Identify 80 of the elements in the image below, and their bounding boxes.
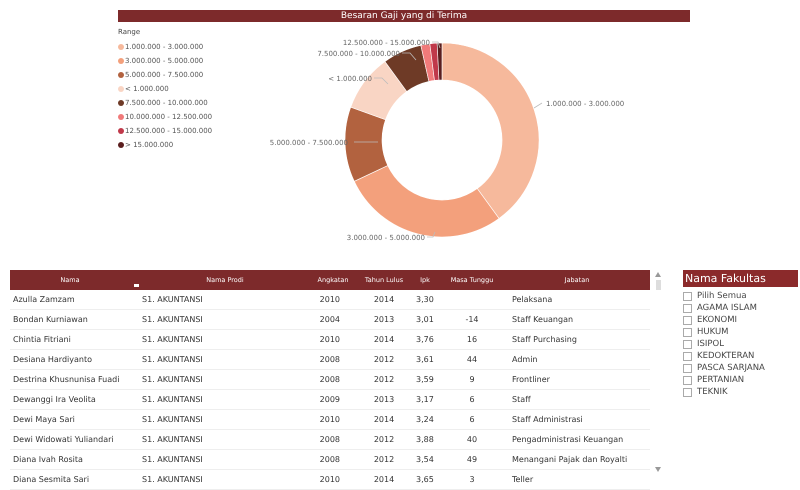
table-cell: 2013 bbox=[374, 395, 394, 404]
table-cell: 3,88 bbox=[416, 435, 434, 444]
table-cell: Frontliner bbox=[512, 375, 550, 384]
table-cell: Pelaksana bbox=[512, 295, 552, 304]
slicer-item[interactable]: KEDOKTERAN bbox=[697, 351, 754, 361]
table-cell: 16 bbox=[466, 335, 478, 344]
slicer-item[interactable]: TEKNIK bbox=[697, 387, 728, 397]
table-cell: Chintia Fitriani bbox=[13, 335, 71, 344]
table-cell: S1. AKUNTANSI bbox=[142, 395, 203, 404]
table-cell: Diana Sesmita Sari bbox=[13, 475, 90, 484]
table-cell: Dewi Maya Sari bbox=[13, 415, 75, 424]
table-cell: Staff Administrasi bbox=[512, 415, 583, 424]
slicer-item[interactable]: AGAMA ISLAM bbox=[697, 303, 757, 313]
table-cell: S1. AKUNTANSI bbox=[142, 455, 203, 464]
table-cell: S1. AKUNTANSI bbox=[142, 415, 203, 424]
table-cell: 2012 bbox=[374, 455, 394, 464]
table-cell: Azulla Zamzam bbox=[13, 295, 75, 304]
table-cell: 2014 bbox=[374, 475, 394, 484]
table-cell: 3,24 bbox=[416, 415, 434, 424]
chart-title: Besaran Gaji yang di Terima bbox=[118, 10, 690, 22]
table-cell: 2008 bbox=[320, 375, 340, 384]
table-cell: 2014 bbox=[374, 295, 394, 304]
table-cell: Admin bbox=[512, 355, 538, 364]
table-cell: 2010 bbox=[320, 335, 340, 344]
table-cell: Destrina Khusnunisa Fuadi bbox=[13, 375, 120, 384]
table-cell: 49 bbox=[466, 455, 478, 464]
slicer-title: Nama Fakultas bbox=[683, 270, 798, 287]
table-cell: 2008 bbox=[320, 455, 340, 464]
slicer-item[interactable]: Pilih Semua bbox=[697, 291, 747, 301]
table-cell: 3,54 bbox=[416, 455, 434, 464]
table-cell: 2014 bbox=[374, 335, 394, 344]
table-cell: Staff bbox=[512, 395, 531, 404]
table-cell: 2008 bbox=[320, 355, 340, 364]
table-cell: 2010 bbox=[320, 415, 340, 424]
table-cell: 2014 bbox=[374, 415, 394, 424]
table-cell: 3,59 bbox=[416, 375, 434, 384]
table-cell: 2010 bbox=[320, 295, 340, 304]
slicer-item[interactable]: EKONOMI bbox=[697, 315, 738, 325]
table-cell: Menangani Pajak dan Royalti bbox=[512, 455, 628, 464]
slicer-item[interactable]: HUKUM bbox=[697, 327, 729, 337]
slicer-item[interactable]: ISIPOL bbox=[697, 339, 724, 349]
table-cell: 3,01 bbox=[416, 315, 434, 324]
table-cell: S1. AKUNTANSI bbox=[142, 435, 203, 444]
table-cell: Bondan Kurniawan bbox=[13, 315, 88, 324]
table-cell: 6 bbox=[469, 395, 475, 404]
table-cell: 2004 bbox=[320, 315, 340, 324]
table-cell: S1. AKUNTANSI bbox=[142, 315, 203, 324]
table-cell: 2013 bbox=[374, 315, 394, 324]
table-cell: 3,30 bbox=[416, 295, 434, 304]
table-cell: 2010 bbox=[320, 475, 340, 484]
table-cell: 3,61 bbox=[416, 355, 434, 364]
slicer-item[interactable]: PASCA SARJANA bbox=[697, 363, 765, 373]
table-cell: Staff Keuangan bbox=[512, 315, 574, 324]
table-cell: 3,76 bbox=[416, 335, 434, 344]
table-cell: Teller bbox=[512, 475, 534, 484]
table-cell: 6 bbox=[469, 415, 475, 424]
table-cell: S1. AKUNTANSI bbox=[142, 475, 203, 484]
table-cell: Staff Purchasing bbox=[512, 335, 577, 344]
table-cell: 2009 bbox=[320, 395, 340, 404]
table-cell: S1. AKUNTANSI bbox=[142, 295, 203, 304]
table-cell: 3 bbox=[469, 475, 475, 484]
table-cell: 9 bbox=[469, 375, 475, 384]
table-cell: 40 bbox=[466, 435, 478, 444]
table-cell: Dewi Widowati Yuliandari bbox=[13, 435, 114, 444]
table-cell: S1. AKUNTANSI bbox=[142, 355, 203, 364]
table-cell: Dewanggi Ira Veolita bbox=[13, 395, 96, 404]
table-cell: 2012 bbox=[374, 375, 394, 384]
table-cell: Desiana Hardiyanto bbox=[13, 355, 92, 364]
table-cell: 2012 bbox=[374, 355, 394, 364]
table-cell: 3,17 bbox=[416, 395, 434, 404]
table-cell: 2008 bbox=[320, 435, 340, 444]
slicer-item[interactable]: PERTANIAN bbox=[697, 375, 744, 385]
table-cell: S1. AKUNTANSI bbox=[142, 375, 203, 384]
table-cell: 44 bbox=[466, 355, 478, 364]
table-cell: 3,65 bbox=[416, 475, 434, 484]
table-cell: 2012 bbox=[374, 435, 394, 444]
table-cell: S1. AKUNTANSI bbox=[142, 335, 203, 344]
table-cell: Diana Ivah Rosita bbox=[13, 455, 83, 464]
table-cell: Pengadministrasi Keuangan bbox=[512, 435, 624, 444]
table-cell: -14 bbox=[465, 315, 479, 324]
